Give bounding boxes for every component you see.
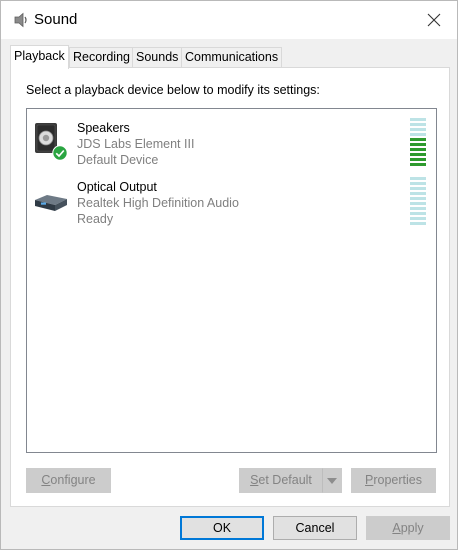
device-name: Speakers [77,121,130,135]
volume-meter [410,177,426,227]
meter-segment [410,118,426,121]
meter-segment [410,133,426,136]
volume-meter [410,118,426,168]
sound-dialog: Sound Playback Recording Sounds Communic… [0,0,458,550]
cancel-label: Cancel [295,521,335,535]
device-status: Ready [77,212,114,226]
close-button[interactable] [411,1,457,39]
cancel-button[interactable]: Cancel [273,516,357,540]
device-description: Realtek High Definition Audio [77,196,239,210]
window-title: Sound [34,11,78,28]
tab-sounds[interactable]: Sounds [132,47,183,67]
meter-segment [410,123,426,126]
optical-output-icon [35,195,67,211]
chevron-down-icon [327,477,337,484]
device-name: Optical Output [77,180,157,194]
meter-segment [410,153,426,156]
meter-segment [410,148,426,151]
apply-label: Apply [392,521,424,535]
meter-segment [410,143,426,146]
meter-segment [410,202,426,205]
properties-label: Properties [365,473,422,487]
playback-panel: Select a playback device below to modify… [10,67,450,507]
set-default-label: Set Default [250,473,312,487]
tab-recording[interactable]: Recording [69,47,134,67]
tab-communications[interactable]: Communications [181,47,283,67]
meter-segment [410,197,426,200]
set-default-dropdown-button[interactable] [322,468,342,493]
device-status: Default Device [77,153,159,167]
properties-button[interactable]: Properties [351,468,436,493]
default-check-icon [52,145,68,161]
meter-segment [410,128,426,131]
ok-button[interactable]: OK [180,516,264,540]
meter-segment [410,163,426,166]
meter-segment [410,207,426,210]
set-default-button[interactable]: Set Default [239,468,323,493]
speaker-icon [14,12,27,28]
device-optical-output[interactable]: Optical Output Realtek High Definition A… [28,170,435,228]
meter-segment [410,192,426,195]
meter-segment [410,177,426,180]
apply-button[interactable]: Apply [366,516,450,540]
tab-playback[interactable]: Playback [10,45,69,69]
configure-label: Configure [41,473,96,487]
meter-segment [410,217,426,220]
meter-segment [410,138,426,141]
device-description: JDS Labs Element III [77,137,195,151]
configure-button[interactable]: Configure [26,468,111,493]
device-speakers[interactable]: Speakers JDS Labs Element III Default De… [28,111,435,169]
meter-segment [410,222,426,225]
meter-segment [410,182,426,185]
device-list[interactable]: Speakers JDS Labs Element III Default De… [26,108,437,453]
title-bar: Sound [1,1,457,39]
instruction-text: Select a playback device below to modify… [26,83,320,97]
meter-segment [410,187,426,190]
meter-segment [410,158,426,161]
meter-segment [410,212,426,215]
ok-label: OK [212,521,232,535]
close-icon [427,13,441,27]
